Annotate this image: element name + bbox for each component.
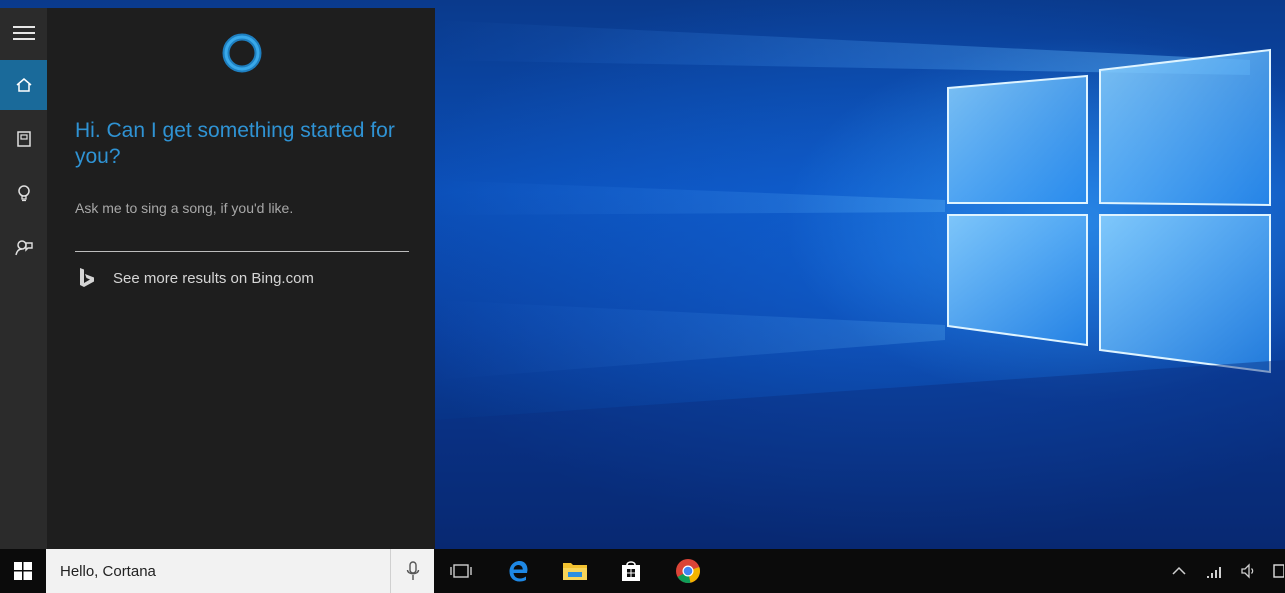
feedback-icon bbox=[14, 240, 33, 256]
hamburger-menu-button[interactable] bbox=[0, 8, 47, 58]
cortana-hint: Ask me to sing a song, if you'd like. bbox=[75, 200, 294, 216]
microphone-icon bbox=[406, 561, 419, 580]
microphone-button[interactable] bbox=[390, 549, 434, 593]
action-center-button[interactable] bbox=[1270, 549, 1285, 593]
taskbar bbox=[0, 549, 1285, 593]
cortana-content: Hi. Can I get something started for you?… bbox=[47, 8, 435, 549]
hamburger-menu-icon bbox=[12, 26, 35, 40]
start-button[interactable] bbox=[0, 549, 46, 593]
store-button[interactable] bbox=[608, 549, 654, 593]
rail-home-button[interactable] bbox=[0, 60, 47, 110]
bing-results-link[interactable]: See more results on Bing.com bbox=[75, 266, 314, 290]
task-view-icon bbox=[450, 564, 472, 578]
cortana-panel: Hi. Can I get something started for you?… bbox=[0, 8, 435, 549]
cortana-greeting: Hi. Can I get something started for you? bbox=[75, 119, 395, 168]
file-explorer-button[interactable] bbox=[552, 549, 598, 593]
bing-link-label: See more results on Bing.com bbox=[113, 269, 314, 287]
file-explorer-icon bbox=[563, 563, 587, 580]
wifi-icon bbox=[1207, 567, 1221, 578]
store-icon bbox=[622, 561, 640, 581]
bing-icon bbox=[80, 268, 94, 287]
cortana-search-box bbox=[46, 549, 390, 593]
rail-reminders-button[interactable] bbox=[0, 168, 47, 218]
notebook-icon bbox=[16, 131, 31, 147]
action-center-icon bbox=[1272, 564, 1284, 578]
volume-button[interactable] bbox=[1236, 549, 1262, 593]
rail-feedback-button[interactable] bbox=[0, 222, 47, 272]
network-button[interactable] bbox=[1202, 549, 1228, 593]
chrome-button[interactable] bbox=[665, 549, 711, 593]
chevron-up-icon bbox=[1172, 566, 1186, 575]
lightbulb-icon bbox=[17, 185, 30, 202]
volume-icon bbox=[1241, 563, 1254, 579]
home-icon bbox=[16, 78, 31, 92]
search-input[interactable] bbox=[46, 549, 376, 593]
task-view-button[interactable] bbox=[438, 549, 484, 593]
windows-start-icon bbox=[14, 562, 32, 580]
show-hidden-icons-button[interactable] bbox=[1166, 549, 1192, 593]
divider bbox=[75, 251, 409, 252]
edge-icon bbox=[509, 561, 528, 582]
cortana-ring-icon bbox=[222, 33, 262, 73]
edge-button[interactable] bbox=[495, 549, 541, 593]
chrome-icon bbox=[676, 559, 700, 583]
cortana-nav-rail bbox=[0, 8, 47, 549]
rail-notebook-button[interactable] bbox=[0, 114, 47, 164]
